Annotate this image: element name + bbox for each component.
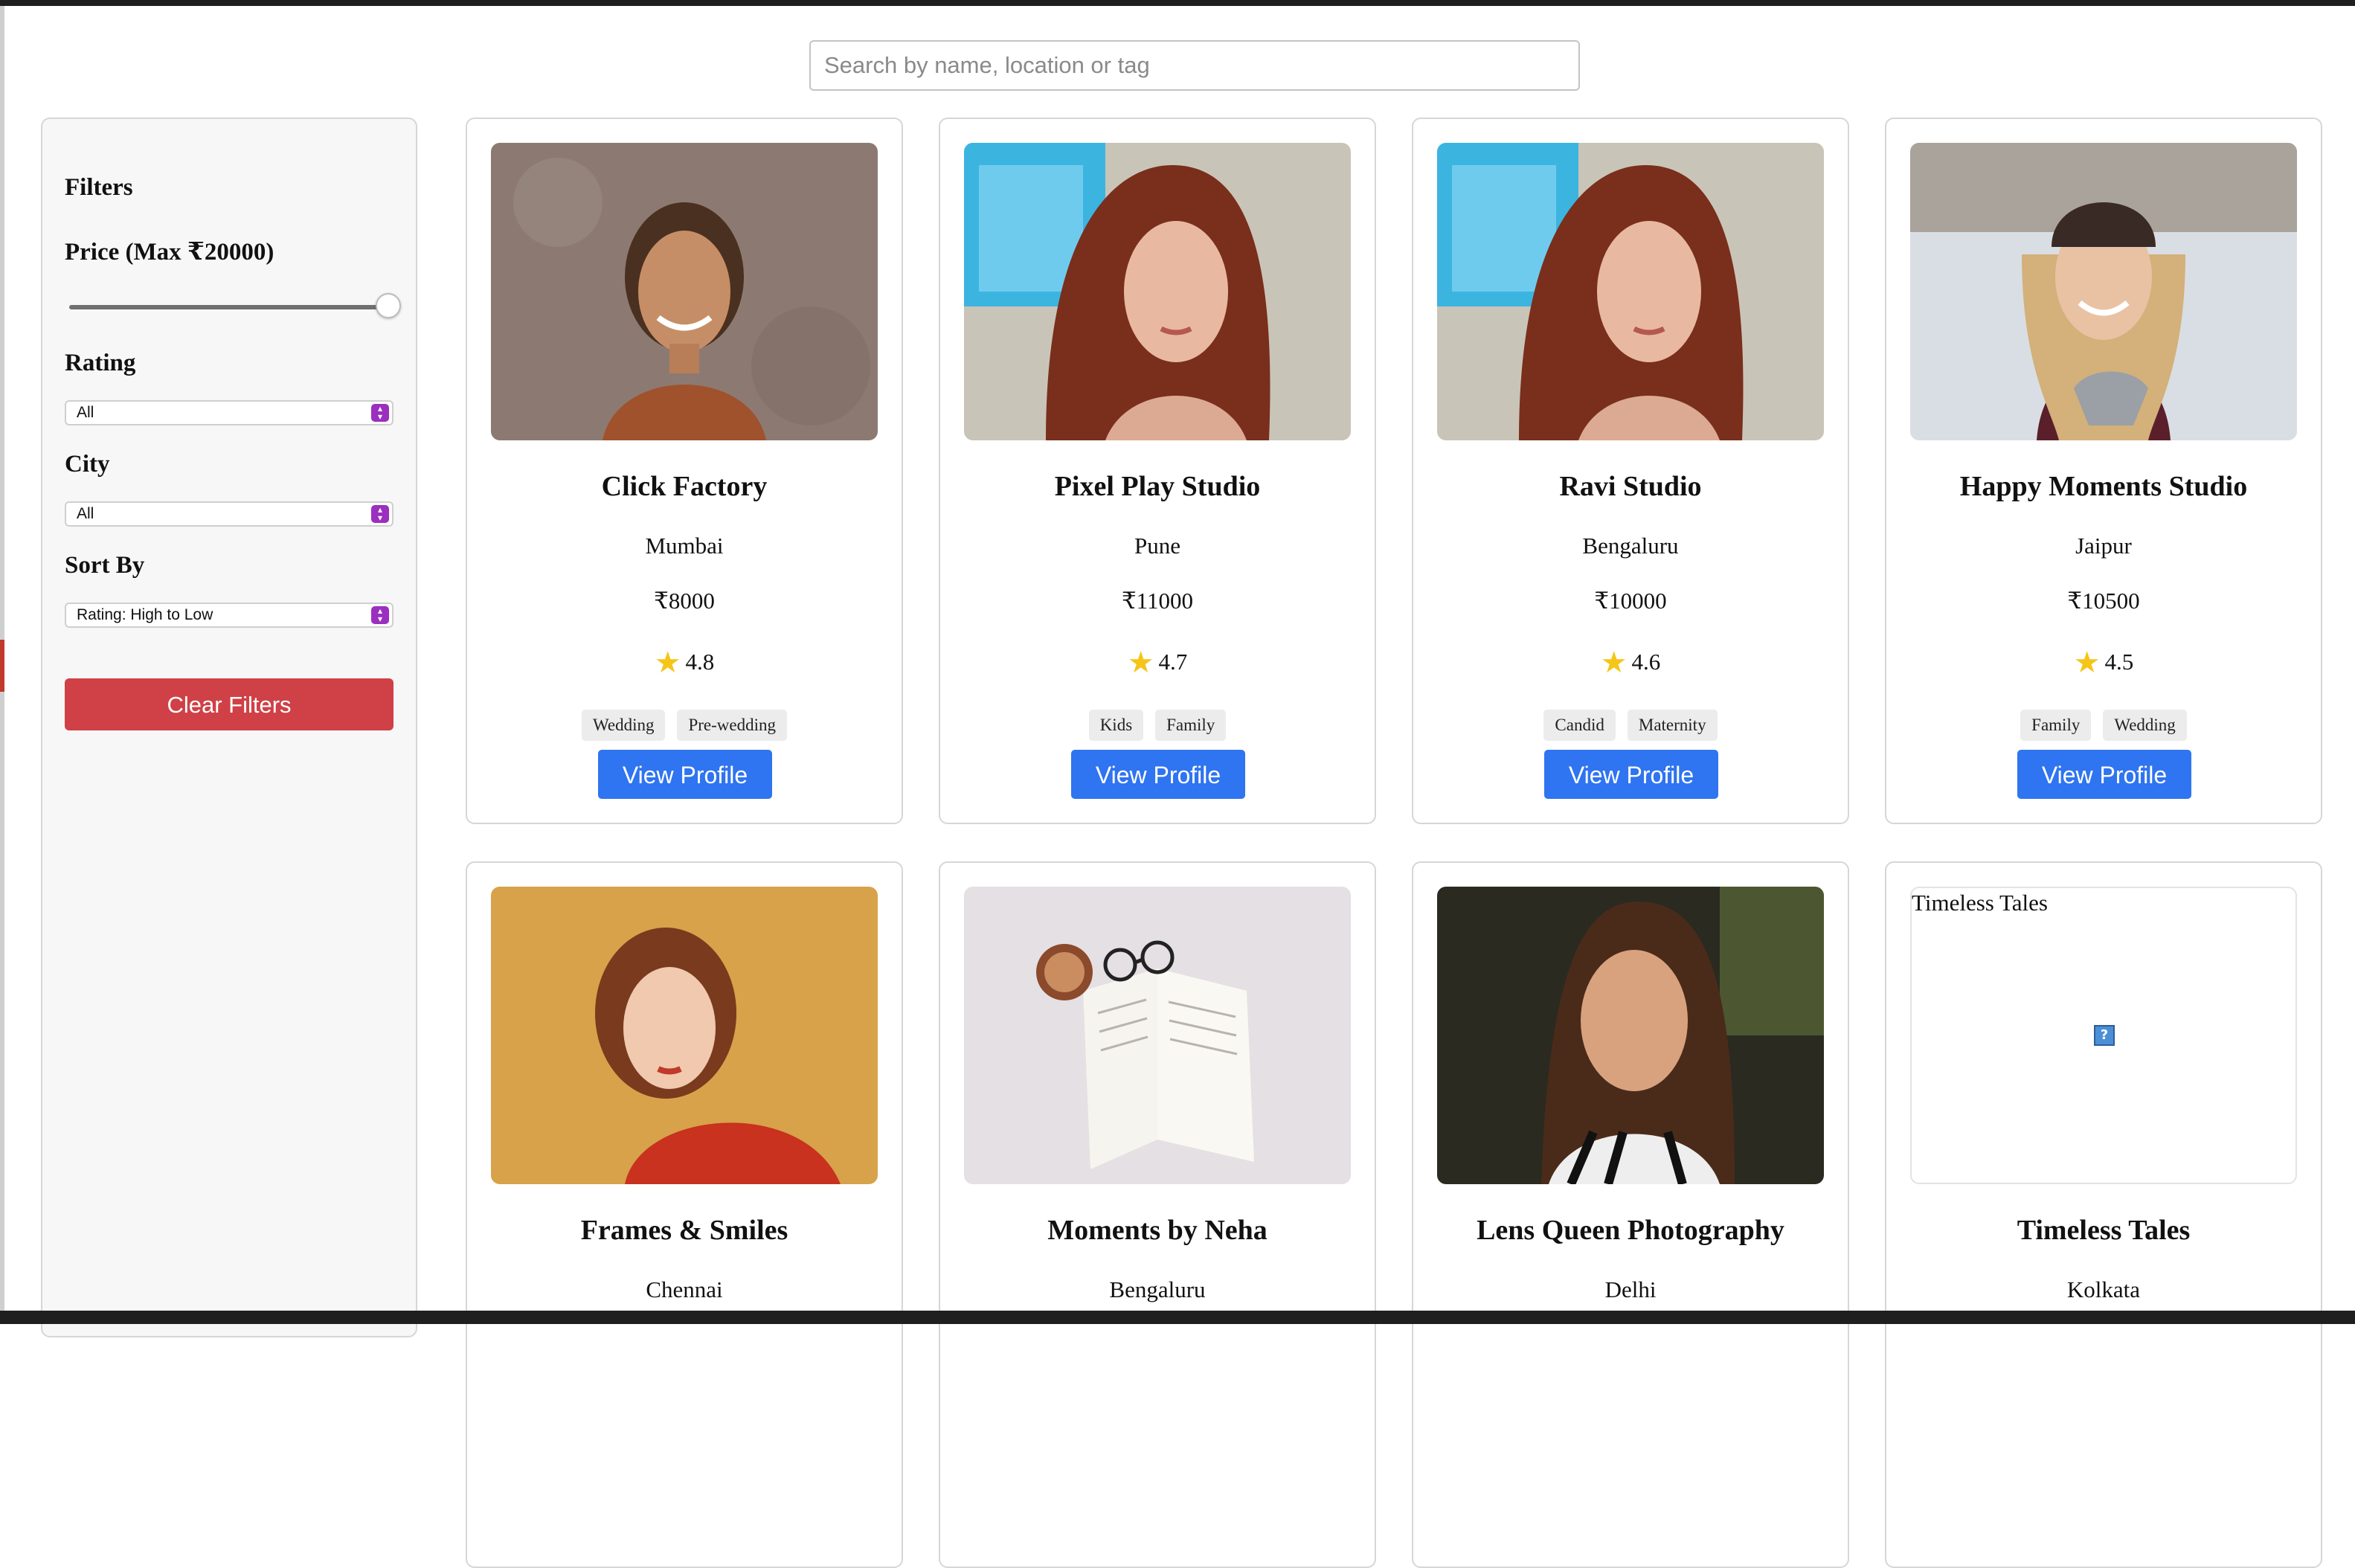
select-arrows-icon: ▴ ▾ xyxy=(371,505,389,523)
photographer-card: Frames & Smiles Chennai xyxy=(466,861,903,1568)
profile-photo xyxy=(1910,143,2297,440)
window-left-marker xyxy=(0,640,4,692)
card-city: Jaipur xyxy=(2075,533,2132,559)
tag: Candid xyxy=(1543,710,1616,741)
city-select-value: All xyxy=(77,505,94,522)
image-alt-text: Timeless Tales xyxy=(1912,890,2048,916)
card-rating: ★ 4.5 xyxy=(1886,646,2321,680)
sort-select-value: Rating: High to Low xyxy=(77,606,213,623)
sort-select[interactable]: Rating: High to Low ▴ ▾ xyxy=(65,603,393,628)
view-profile-button[interactable]: View Profile xyxy=(1544,750,1718,799)
tag: Maternity xyxy=(1627,710,1718,741)
view-profile-button[interactable]: View Profile xyxy=(598,750,772,799)
tag-list: Kids Family xyxy=(940,710,1375,741)
rating-value: 4.5 xyxy=(2104,649,2134,675)
card-title: Lens Queen Photography xyxy=(1477,1215,1784,1246)
card-title: Happy Moments Studio xyxy=(1959,471,2248,502)
card-rating: ★ 4.8 xyxy=(467,646,902,680)
price-slider-track[interactable] xyxy=(69,305,399,309)
card-city: Delhi xyxy=(1604,1276,1657,1302)
card-rating: ★ 4.6 xyxy=(1413,646,1848,680)
star-icon: ★ xyxy=(654,646,681,680)
sort-by-label: Sort By xyxy=(65,552,145,579)
card-title: Ravi Studio xyxy=(1559,471,1702,502)
profile-photo-broken: Timeless Tales ? xyxy=(1910,887,2297,1184)
tag: Wedding xyxy=(582,710,666,741)
price-slider-thumb[interactable] xyxy=(376,293,401,318)
profile-photo xyxy=(964,143,1351,440)
filters-heading: Filters xyxy=(65,174,133,201)
star-icon: ★ xyxy=(1600,646,1628,680)
card-price: ₹8000 xyxy=(654,588,715,614)
select-arrows-icon: ▴ ▾ xyxy=(371,606,389,624)
tag: Kids xyxy=(1088,710,1144,741)
card-city: Pune xyxy=(1134,533,1180,559)
card-city: Bengaluru xyxy=(1109,1276,1206,1302)
card-price: ₹11000 xyxy=(1121,588,1194,614)
rating-select-value: All xyxy=(77,404,94,421)
card-price: ₹10500 xyxy=(2067,588,2140,614)
profile-photo xyxy=(491,143,878,440)
star-icon: ★ xyxy=(1127,646,1154,680)
photographer-card: Ravi Studio Bengaluru ₹10000 ★ 4.6 Candid… xyxy=(1412,118,1849,824)
tag: Pre-wedding xyxy=(677,710,787,741)
card-title: Moments by Neha xyxy=(1047,1215,1268,1246)
rating-value: 4.6 xyxy=(1631,649,1661,675)
star-icon: ★ xyxy=(2073,646,2101,680)
tag: Wedding xyxy=(2103,710,2187,741)
photographer-card: Lens Queen Photography Delhi xyxy=(1412,861,1849,1568)
profile-photo xyxy=(1437,887,1824,1184)
photographer-card: Happy Moments Studio Jaipur ₹10500 ★ 4.5 … xyxy=(1885,118,2322,824)
photographer-card: Moments by Neha Bengaluru xyxy=(939,861,1376,1568)
clear-filters-button[interactable]: Clear Filters xyxy=(65,678,393,730)
select-arrows-icon: ▴ ▾ xyxy=(371,404,389,422)
tag: Family xyxy=(1155,710,1227,741)
card-price: ₹10000 xyxy=(1594,588,1667,614)
view-profile-button[interactable]: View Profile xyxy=(2017,750,2191,799)
card-city: Chennai xyxy=(646,1276,723,1302)
rating-filter-label: Rating xyxy=(65,350,136,376)
city-filter-label: City xyxy=(65,451,110,478)
view-profile-button[interactable]: View Profile xyxy=(1071,750,1245,799)
price-filter-label: Price (Max ₹20000) xyxy=(65,239,274,266)
card-title: Frames & Smiles xyxy=(580,1215,788,1246)
tag-list: Wedding Pre-wedding xyxy=(467,710,902,741)
card-title: Timeless Tales xyxy=(2017,1215,2191,1246)
card-city: Mumbai xyxy=(645,533,724,559)
search-input[interactable] xyxy=(809,40,1580,91)
card-rating: ★ 4.7 xyxy=(940,646,1375,680)
card-city: Bengaluru xyxy=(1582,533,1679,559)
window-top-bar xyxy=(0,0,2355,6)
card-city: Kolkata xyxy=(2066,1276,2141,1302)
profile-photo xyxy=(1437,143,1824,440)
tag-list: Candid Maternity xyxy=(1413,710,1848,741)
profile-photo xyxy=(964,887,1351,1184)
city-select[interactable]: All ▴ ▾ xyxy=(65,501,393,527)
photographer-card: Timeless Tales ? Timeless Tales Kolkata xyxy=(1885,861,2322,1568)
rating-value: 4.8 xyxy=(685,649,715,675)
broken-image-icon: ? xyxy=(2094,1025,2115,1046)
rating-value: 4.7 xyxy=(1158,649,1188,675)
photographer-card: Click Factory Mumbai ₹8000 ★ 4.8 Wedding P… xyxy=(466,118,903,824)
card-title: Pixel Play Studio xyxy=(1054,471,1261,502)
profile-photo xyxy=(491,887,878,1184)
tag-list: Family Wedding xyxy=(1886,710,2321,741)
tag: Family xyxy=(2020,710,2092,741)
rating-select[interactable]: All ▴ ▾ xyxy=(65,400,393,425)
card-title: Click Factory xyxy=(601,471,768,502)
photographer-card: Pixel Play Studio Pune ₹11000 ★ 4.7 Kids F… xyxy=(939,118,1376,824)
window-bottom-bar xyxy=(0,1311,2355,1324)
filters-sidebar: Filters Price (Max ₹20000) Rating All ▴ ▾… xyxy=(41,118,417,1337)
